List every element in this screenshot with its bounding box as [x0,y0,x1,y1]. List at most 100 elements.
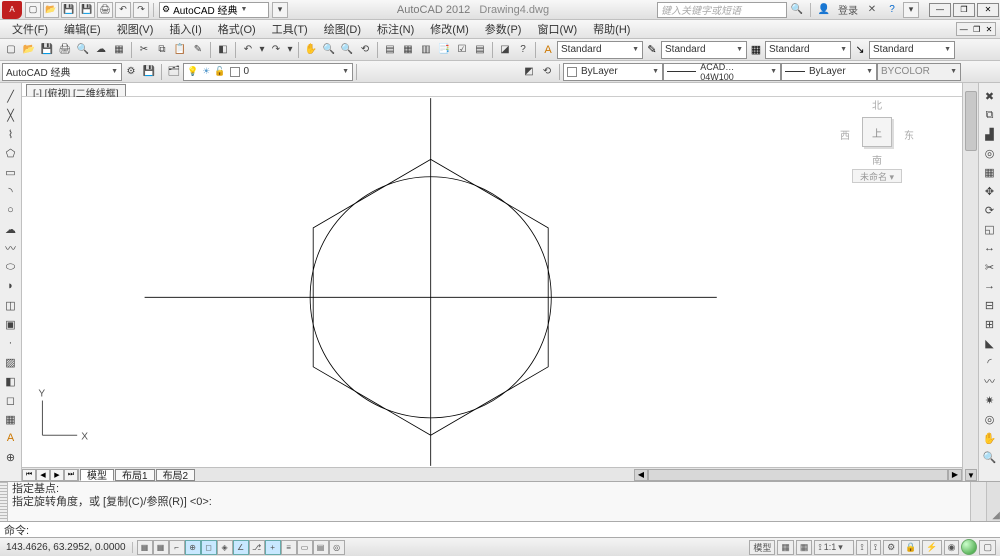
exchange-icon[interactable]: ✕ [863,2,881,18]
hscroll-track[interactable] [648,469,948,481]
3ddwg-icon[interactable]: ▦ [110,41,128,59]
tab-prev-icon[interactable]: ◀ [36,469,50,481]
menu-window[interactable]: 窗口(W) [529,19,585,39]
window-minimize[interactable]: — [929,3,951,17]
move-icon[interactable]: ✥ [981,182,999,200]
tablestyle-combo[interactable]: Standard▼ [765,41,851,59]
isolate-obj-icon[interactable]: ◉ [944,540,960,555]
array-icon[interactable]: ▦ [981,163,999,181]
vertical-scrollbar[interactable]: ▼ [962,83,978,481]
help-icon[interactable]: ? [883,2,901,18]
osnap-toggle[interactable]: ◻ [201,540,217,555]
undo-icon[interactable]: ↶ [239,41,257,59]
tpy-toggle[interactable]: ▭ [297,540,313,555]
xline-icon[interactable]: ╳ [2,106,20,124]
search-btn[interactable]: 🔍 [788,2,806,18]
mirror-icon[interactable]: ▟ [981,125,999,143]
preview-icon[interactable]: 🔍 [74,41,92,59]
tab-layout1[interactable]: 布局1 [115,469,155,481]
navbar-pan-icon[interactable]: ✋ [981,429,999,447]
ortho-toggle[interactable]: ⌐ [169,540,185,555]
menu-file[interactable]: 文件(F) [4,19,56,39]
copy-icon[interactable]: ⧉ [153,41,171,59]
workspace-dropdown[interactable]: ⚙ AutoCAD 经典 ▼ [159,2,269,18]
qat-print[interactable]: 🖨 [97,2,113,18]
dyn-toggle[interactable]: + [265,540,281,555]
qp-toggle[interactable]: ▤ [313,540,329,555]
open-icon[interactable]: 📂 [20,41,38,59]
qat-save[interactable]: 💾 [61,2,77,18]
otrack-toggle[interactable]: ∠ [233,540,249,555]
navbar-zoom-icon[interactable]: 🔍 [981,448,999,466]
lwt-toggle[interactable]: ≡ [281,540,297,555]
gridmode-toggle[interactable]: ▦ [153,540,169,555]
layer-combo[interactable]: 💡 ☀ 🔓 0 ▼ [183,63,353,81]
polyline-icon[interactable]: ⌇ [2,125,20,143]
modelspace-button[interactable]: 模型 [749,540,775,555]
polygon-icon[interactable]: ⬠ [2,144,20,162]
addselected-icon[interactable]: ⊕ [2,448,20,466]
publish-icon[interactable]: ☁ [92,41,110,59]
rotate-icon[interactable]: ⟳ [981,201,999,219]
revcloud-icon[interactable]: ☁ [2,220,20,238]
annotation-autoscale-icon[interactable]: ⟟ [870,540,881,555]
hscroll-left[interactable]: ◀ [634,469,648,481]
ducs-toggle[interactable]: ⎇ [249,540,265,555]
linetype-combo[interactable]: ACAD…04W100▼ [663,63,781,81]
command-scrollbar[interactable] [970,482,986,521]
layer-prev-icon[interactable]: ⟲ [538,63,556,81]
save-icon[interactable]: 💾 [38,41,56,59]
ellipsearc-icon[interactable]: ◗ [2,277,20,295]
break-icon[interactable]: ⊟ [981,296,999,314]
properties-icon[interactable]: ▤ [381,41,399,59]
layer-state-icon[interactable]: ◩ [520,63,538,81]
layer-props-icon[interactable]: 🗂 [165,63,183,81]
pan-icon[interactable]: ✋ [302,41,320,59]
color-combo[interactable]: ByLayer▼ [563,63,663,81]
toolbar-lock-icon[interactable]: 🔒 [901,540,920,555]
help-icon2[interactable]: ? [514,41,532,59]
toolpalettes-icon[interactable]: ▥ [417,41,435,59]
qat-minimize-arrow[interactable]: ▾ [272,2,288,18]
join-icon[interactable]: ⊞ [981,315,999,333]
qat-new[interactable]: ▢ [25,2,41,18]
polar-toggle[interactable]: ⊕ [185,540,201,555]
menu-tools[interactable]: 工具(T) [264,19,316,39]
redo-arrow[interactable]: ▾ [285,41,295,59]
command-input[interactable] [33,523,1000,537]
rect-icon[interactable]: ▭ [2,163,20,181]
erase-icon[interactable]: ✖ [981,87,999,105]
menu-insert[interactable]: 插入(I) [161,19,209,39]
explode-icon[interactable]: ✷ [981,391,999,409]
offset-icon[interactable]: ◎ [981,144,999,162]
doc-window-controls[interactable]: —❐✕ [956,22,996,36]
mtext-icon[interactable]: A [2,429,20,447]
coords-readout[interactable]: 143.4626, 63.2952, 0.0000 [0,542,133,553]
blockeditor-icon[interactable]: ◧ [214,41,232,59]
snapmode-toggle[interactable]: ▦ [137,540,153,555]
command-drag-handle[interactable] [0,482,8,521]
zoom-icon[interactable]: 🔍 [338,41,356,59]
redo-icon[interactable]: ↷ [267,41,285,59]
copy2-icon[interactable]: ⧉ [981,106,999,124]
3dosnap-toggle[interactable]: ◈ [217,540,233,555]
arc-icon[interactable]: ◝ [2,182,20,200]
stretch-icon[interactable]: ↔ [981,239,999,257]
workspace-combo2[interactable]: AutoCAD 经典▼ [2,63,122,81]
annotation-scale[interactable]: ⟟1:1▾ [814,540,854,555]
zoom-prev-icon[interactable]: ⟲ [356,41,374,59]
cut-icon[interactable]: ✂ [135,41,153,59]
wcs-button[interactable]: 未命名 ▾ [852,169,902,183]
cleanscreen-icon[interactable]: ▢ [979,540,996,555]
plotstyle-combo[interactable]: BYCOLOR▼ [877,63,961,81]
tab-last-icon[interactable]: ⏭ [64,469,78,481]
layermove-icon[interactable]: ◪ [496,41,514,59]
command-resize-grip[interactable]: ◢ [986,482,1000,521]
viewcube[interactable]: 北 南 东 西 上 未命名 ▾ [832,101,922,201]
window-close[interactable]: ✕ [977,3,999,17]
blend-icon[interactable]: 〰 [981,372,999,390]
menu-dimension[interactable]: 标注(N) [369,19,422,39]
trim-icon[interactable]: ✂ [981,258,999,276]
sheetset-icon[interactable]: 📑 [435,41,453,59]
ws-switch-icon[interactable]: ⚙ [883,540,899,555]
